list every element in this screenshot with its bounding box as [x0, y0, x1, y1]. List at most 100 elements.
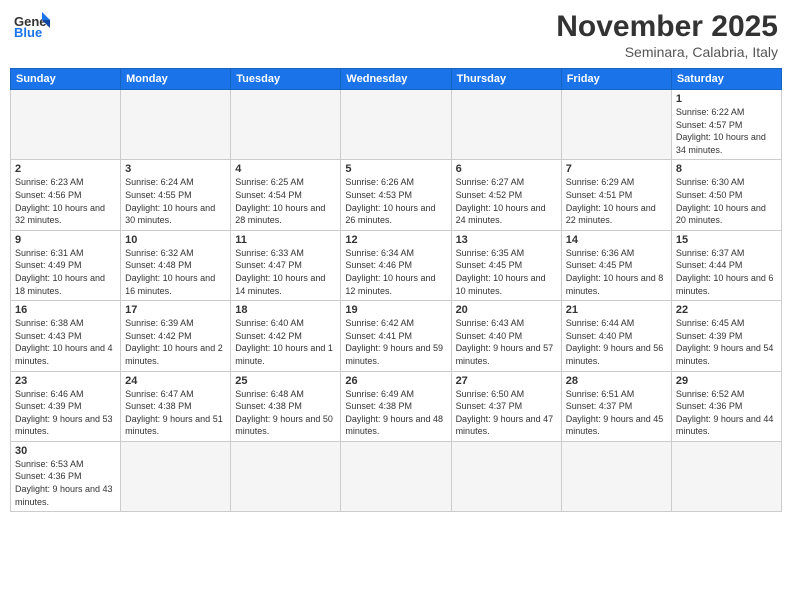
day-number: 15	[676, 234, 777, 246]
day-info: Sunrise: 6:40 AM Sunset: 4:42 PM Dayligh…	[235, 317, 336, 367]
day-number: 28	[566, 375, 667, 387]
day-number: 4	[235, 163, 336, 175]
week-row-3: 9Sunrise: 6:31 AM Sunset: 4:49 PM Daylig…	[11, 230, 782, 300]
day-number: 3	[125, 163, 226, 175]
day-number: 7	[566, 163, 667, 175]
cell-w5-d7: 29Sunrise: 6:52 AM Sunset: 4:36 PM Dayli…	[671, 371, 781, 441]
day-number: 23	[15, 375, 116, 387]
cell-w1-d1	[11, 90, 121, 160]
header-sunday: Sunday	[11, 69, 121, 90]
cell-w4-d3: 18Sunrise: 6:40 AM Sunset: 4:42 PM Dayli…	[231, 301, 341, 371]
day-number: 10	[125, 234, 226, 246]
day-info: Sunrise: 6:47 AM Sunset: 4:38 PM Dayligh…	[125, 388, 226, 438]
day-info: Sunrise: 6:36 AM Sunset: 4:45 PM Dayligh…	[566, 247, 667, 297]
cell-w6-d4	[341, 441, 451, 511]
day-number: 26	[345, 375, 446, 387]
cell-w4-d4: 19Sunrise: 6:42 AM Sunset: 4:41 PM Dayli…	[341, 301, 451, 371]
day-info: Sunrise: 6:32 AM Sunset: 4:48 PM Dayligh…	[125, 247, 226, 297]
day-info: Sunrise: 6:30 AM Sunset: 4:50 PM Dayligh…	[676, 176, 777, 226]
day-info: Sunrise: 6:34 AM Sunset: 4:46 PM Dayligh…	[345, 247, 446, 297]
day-number: 14	[566, 234, 667, 246]
cell-w1-d6	[561, 90, 671, 160]
header-friday: Friday	[561, 69, 671, 90]
day-info: Sunrise: 6:33 AM Sunset: 4:47 PM Dayligh…	[235, 247, 336, 297]
cell-w4-d7: 22Sunrise: 6:45 AM Sunset: 4:39 PM Dayli…	[671, 301, 781, 371]
day-number: 13	[456, 234, 557, 246]
cell-w6-d6	[561, 441, 671, 511]
cell-w5-d4: 26Sunrise: 6:49 AM Sunset: 4:38 PM Dayli…	[341, 371, 451, 441]
month-title: November 2025	[556, 10, 778, 44]
day-number: 25	[235, 375, 336, 387]
cell-w1-d4	[341, 90, 451, 160]
cell-w3-d4: 12Sunrise: 6:34 AM Sunset: 4:46 PM Dayli…	[341, 230, 451, 300]
day-info: Sunrise: 6:22 AM Sunset: 4:57 PM Dayligh…	[676, 106, 777, 156]
day-info: Sunrise: 6:25 AM Sunset: 4:54 PM Dayligh…	[235, 176, 336, 226]
day-number: 11	[235, 234, 336, 246]
cell-w6-d7	[671, 441, 781, 511]
logo: General Blue	[14, 10, 50, 38]
day-info: Sunrise: 6:48 AM Sunset: 4:38 PM Dayligh…	[235, 388, 336, 438]
day-info: Sunrise: 6:31 AM Sunset: 4:49 PM Dayligh…	[15, 247, 116, 297]
day-number: 24	[125, 375, 226, 387]
day-info: Sunrise: 6:53 AM Sunset: 4:36 PM Dayligh…	[15, 458, 116, 508]
cell-w2-d6: 7Sunrise: 6:29 AM Sunset: 4:51 PM Daylig…	[561, 160, 671, 230]
cell-w6-d5	[451, 441, 561, 511]
week-row-4: 16Sunrise: 6:38 AM Sunset: 4:43 PM Dayli…	[11, 301, 782, 371]
header-tuesday: Tuesday	[231, 69, 341, 90]
day-info: Sunrise: 6:23 AM Sunset: 4:56 PM Dayligh…	[15, 176, 116, 226]
day-info: Sunrise: 6:39 AM Sunset: 4:42 PM Dayligh…	[125, 317, 226, 367]
day-info: Sunrise: 6:52 AM Sunset: 4:36 PM Dayligh…	[676, 388, 777, 438]
day-number: 29	[676, 375, 777, 387]
week-row-5: 23Sunrise: 6:46 AM Sunset: 4:39 PM Dayli…	[11, 371, 782, 441]
cell-w2-d2: 3Sunrise: 6:24 AM Sunset: 4:55 PM Daylig…	[121, 160, 231, 230]
cell-w1-d5	[451, 90, 561, 160]
cell-w5-d5: 27Sunrise: 6:50 AM Sunset: 4:37 PM Dayli…	[451, 371, 561, 441]
cell-w6-d2	[121, 441, 231, 511]
week-row-1: 1Sunrise: 6:22 AM Sunset: 4:57 PM Daylig…	[11, 90, 782, 160]
day-info: Sunrise: 6:27 AM Sunset: 4:52 PM Dayligh…	[456, 176, 557, 226]
day-info: Sunrise: 6:35 AM Sunset: 4:45 PM Dayligh…	[456, 247, 557, 297]
title-block: November 2025 Seminara, Calabria, Italy	[556, 10, 778, 60]
cell-w4-d2: 17Sunrise: 6:39 AM Sunset: 4:42 PM Dayli…	[121, 301, 231, 371]
day-number: 2	[15, 163, 116, 175]
day-number: 9	[15, 234, 116, 246]
day-number: 16	[15, 304, 116, 316]
day-number: 30	[15, 445, 116, 457]
cell-w5-d3: 25Sunrise: 6:48 AM Sunset: 4:38 PM Dayli…	[231, 371, 341, 441]
cell-w2-d3: 4Sunrise: 6:25 AM Sunset: 4:54 PM Daylig…	[231, 160, 341, 230]
cell-w5-d6: 28Sunrise: 6:51 AM Sunset: 4:37 PM Dayli…	[561, 371, 671, 441]
day-number: 20	[456, 304, 557, 316]
day-number: 22	[676, 304, 777, 316]
cell-w4-d6: 21Sunrise: 6:44 AM Sunset: 4:40 PM Dayli…	[561, 301, 671, 371]
day-info: Sunrise: 6:26 AM Sunset: 4:53 PM Dayligh…	[345, 176, 446, 226]
day-number: 27	[456, 375, 557, 387]
cell-w3-d3: 11Sunrise: 6:33 AM Sunset: 4:47 PM Dayli…	[231, 230, 341, 300]
cell-w3-d2: 10Sunrise: 6:32 AM Sunset: 4:48 PM Dayli…	[121, 230, 231, 300]
cell-w2-d7: 8Sunrise: 6:30 AM Sunset: 4:50 PM Daylig…	[671, 160, 781, 230]
cell-w3-d7: 15Sunrise: 6:37 AM Sunset: 4:44 PM Dayli…	[671, 230, 781, 300]
calendar: Sunday Monday Tuesday Wednesday Thursday…	[10, 68, 782, 512]
header-wednesday: Wednesday	[341, 69, 451, 90]
day-info: Sunrise: 6:43 AM Sunset: 4:40 PM Dayligh…	[456, 317, 557, 367]
cell-w2-d5: 6Sunrise: 6:27 AM Sunset: 4:52 PM Daylig…	[451, 160, 561, 230]
header: General Blue November 2025 Seminara, Cal…	[10, 10, 782, 60]
cell-w3-d6: 14Sunrise: 6:36 AM Sunset: 4:45 PM Dayli…	[561, 230, 671, 300]
day-number: 18	[235, 304, 336, 316]
logo-icon: General Blue	[14, 10, 50, 38]
day-number: 8	[676, 163, 777, 175]
day-number: 17	[125, 304, 226, 316]
day-info: Sunrise: 6:45 AM Sunset: 4:39 PM Dayligh…	[676, 317, 777, 367]
header-saturday: Saturday	[671, 69, 781, 90]
cell-w1-d2	[121, 90, 231, 160]
weekday-header-row: Sunday Monday Tuesday Wednesday Thursday…	[11, 69, 782, 90]
cell-w4-d5: 20Sunrise: 6:43 AM Sunset: 4:40 PM Dayli…	[451, 301, 561, 371]
day-number: 1	[676, 93, 777, 105]
day-info: Sunrise: 6:38 AM Sunset: 4:43 PM Dayligh…	[15, 317, 116, 367]
cell-w2-d4: 5Sunrise: 6:26 AM Sunset: 4:53 PM Daylig…	[341, 160, 451, 230]
header-thursday: Thursday	[451, 69, 561, 90]
svg-text:Blue: Blue	[14, 25, 42, 38]
day-number: 6	[456, 163, 557, 175]
cell-w1-d3	[231, 90, 341, 160]
day-info: Sunrise: 6:51 AM Sunset: 4:37 PM Dayligh…	[566, 388, 667, 438]
header-monday: Monday	[121, 69, 231, 90]
